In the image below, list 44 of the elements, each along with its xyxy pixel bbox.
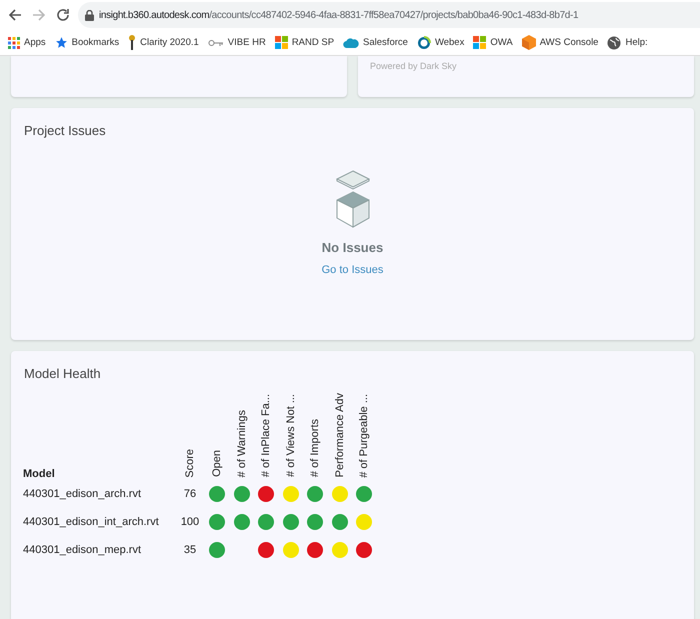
- score-value: 76: [182, 487, 198, 502]
- tiles-icon: [274, 36, 288, 49]
- column-header: # of Warnings: [236, 408, 248, 478]
- score-value: 35: [182, 543, 198, 558]
- cube-icon: [522, 35, 536, 50]
- bookmark-link[interactable]: OWA: [473, 36, 513, 49]
- column-header: # of Purgeable ...: [358, 392, 370, 478]
- star-icon: [54, 36, 68, 49]
- lock-icon: [85, 10, 94, 20]
- bookmark-link[interactable]: Webex: [416, 36, 464, 50]
- cloud-icon: [343, 37, 360, 48]
- model-name: 440301_edison_mep.rvt: [23, 543, 142, 558]
- card-title: Model Health: [23, 365, 101, 381]
- column-header: # of InPlace Fa...: [260, 393, 272, 478]
- bookmark-link[interactable]: Bookmarks: [54, 36, 120, 49]
- weather-credit: Powered by Dark Sky: [370, 61, 457, 71]
- column-header: Open: [211, 449, 224, 478]
- model-name: 440301_edison_arch.rvt: [23, 487, 142, 502]
- key-icon: [208, 38, 224, 46]
- tiles-icon: [473, 36, 486, 49]
- column-header: # of Views Not ...: [284, 393, 297, 478]
- bookmark-link[interactable]: Clarity 2020.1: [128, 35, 199, 50]
- column-header: Score: [184, 448, 196, 478]
- bookmark-link[interactable]: Apps: [8, 36, 46, 48]
- empty-box-icon: [334, 170, 370, 228]
- bookmark-link[interactable]: AWS Console: [522, 35, 598, 50]
- bookmark-link[interactable]: Salesforce: [343, 37, 408, 48]
- column-header: Model: [23, 468, 55, 480]
- reload-icon[interactable]: [56, 8, 70, 22]
- grid-icon: [8, 36, 20, 48]
- column-header: Performance Adv: [334, 392, 346, 478]
- bookmark-link[interactable]: Help:: [607, 36, 648, 50]
- address-bar[interactable]: insight.b360.autodesk.com/accounts/cc487402-5946-4faa-8831-7ff58ea70427/projects/bab0ba46-90c1-483d-8b7d-1: [78, 2, 700, 28]
- column-header: # of Imports: [309, 418, 322, 478]
- empty-state-title: No Issues: [322, 240, 384, 255]
- bookmark-link[interactable]: VIBE HR: [208, 37, 266, 48]
- bookmark-link[interactable]: RAND SP: [274, 36, 334, 49]
- card-title: Project Issues: [23, 122, 107, 138]
- globe-icon: [607, 36, 622, 50]
- ring-icon: [416, 36, 431, 50]
- back-icon[interactable]: [8, 8, 22, 22]
- score-value: 100: [180, 515, 200, 530]
- model-name: 440301_edison_int_arch.rvt: [23, 515, 160, 530]
- pin-icon: [128, 35, 136, 50]
